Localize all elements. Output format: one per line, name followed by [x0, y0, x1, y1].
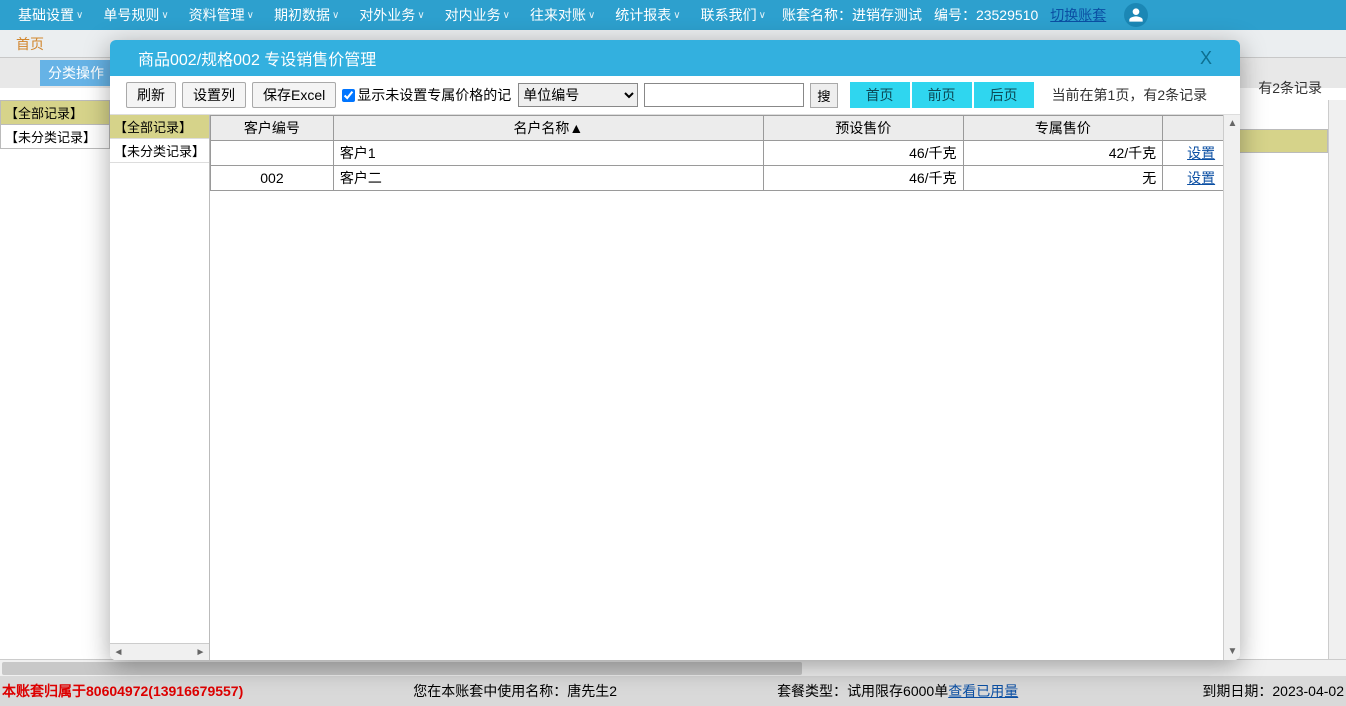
show-unset-checkbox[interactable] [342, 89, 355, 102]
chevron-down-icon: ∨ [503, 10, 510, 21]
menu-contact[interactable]: 联系我们∨ [691, 5, 776, 25]
footer-bar: 本账套归属于80604972(13916679557) 您在本账套中使用名称：唐… [0, 676, 1346, 706]
bg-sidebar-item-unclassified[interactable]: 【未分类记录】 [0, 124, 110, 149]
col-customer-code[interactable]: 客户编号 [211, 116, 334, 141]
col-customer-name[interactable]: 名户名称▲ [333, 116, 763, 141]
scroll-down-icon[interactable]: ▼ [1224, 643, 1240, 660]
cell-code: 002 [211, 166, 334, 191]
menu-data-manage[interactable]: 资料管理∨ [179, 5, 264, 25]
bg-sidebar: 【全部记录】 【未分类记录】 [0, 100, 110, 149]
tab-home[interactable]: 首页 [6, 32, 54, 56]
chevron-down-icon: ∨ [588, 10, 595, 21]
search-field-select[interactable]: 单位编号 [518, 83, 638, 107]
save-excel-button[interactable]: 保存Excel [252, 82, 336, 108]
col-preset-price[interactable]: 预设售价 [763, 116, 963, 141]
chevron-down-icon: ∨ [332, 10, 339, 21]
page-info: 当前在第1页，有2条记录 [1052, 85, 1208, 105]
cell-exclusive: 无 [963, 166, 1163, 191]
footer-package: 套餐类型：试用限存6000单查看已用量 [777, 681, 1018, 701]
search-button[interactable]: 搜 [810, 83, 837, 108]
chevron-down-icon: ∨ [673, 10, 680, 21]
cell-name: 客户二 [333, 166, 763, 191]
cell-preset: 46/千克 [763, 166, 963, 191]
scroll-up-icon[interactable]: ▲ [1224, 115, 1240, 132]
bg-selected-row-strip [1238, 129, 1328, 153]
close-icon[interactable]: X [1200, 48, 1212, 69]
search-input[interactable] [644, 83, 804, 107]
cell-name: 客户1 [333, 141, 763, 166]
menu-reconcile[interactable]: 往来对账∨ [520, 5, 605, 25]
footer-expire: 到期日期：2023-04-02 [1172, 681, 1344, 701]
table-row[interactable]: 002 客户二 46/千克 无 设置 [211, 166, 1240, 191]
set-price-link[interactable]: 设置 [1187, 145, 1215, 161]
cell-exclusive: 42/千克 [963, 141, 1163, 166]
menu-basic-settings[interactable]: 基础设置∨ [8, 5, 93, 25]
page-prev-button[interactable]: 前页 [912, 82, 972, 108]
price-grid: 客户编号 名户名称▲ 预设售价 专属售价 客户1 46/千克 42/千克 设置 [210, 115, 1240, 191]
dialog-sidebar: 【全部记录】 【未分类记录】 ◄► [110, 115, 210, 660]
switch-account-link[interactable]: 切换账套 [1050, 5, 1106, 25]
classify-ops-button[interactable]: 分类操作 [40, 60, 112, 86]
footer-owner: 本账套归属于80604972(13916679557) [2, 681, 243, 701]
menu-order-rules[interactable]: 单号规则∨ [93, 5, 178, 25]
menu-internal-biz[interactable]: 对内业务∨ [435, 5, 520, 25]
footer-username: 您在本账套中使用名称：唐先生2 [413, 681, 617, 701]
cell-code [211, 141, 334, 166]
bg-hscroll[interactable] [0, 659, 1346, 676]
menu-reports[interactable]: 统计报表∨ [605, 5, 690, 25]
chevron-down-icon: ∨ [417, 10, 424, 21]
table-row[interactable]: 客户1 46/千克 42/千克 设置 [211, 141, 1240, 166]
bg-record-summary: 有2条记录 [1258, 78, 1322, 98]
cell-preset: 46/千克 [763, 141, 963, 166]
dialog-grid-vscroll[interactable]: ▲ ▼ [1223, 115, 1240, 660]
chevron-down-icon: ∨ [161, 10, 168, 21]
page-first-button[interactable]: 首页 [850, 82, 910, 108]
bg-sidebar-item-all[interactable]: 【全部记录】 [0, 100, 110, 124]
grid-header-row: 客户编号 名户名称▲ 预设售价 专属售价 [211, 116, 1240, 141]
dialog-sidebar-item-unclassified[interactable]: 【未分类记录】 [110, 139, 209, 163]
menu-opening-data[interactable]: 期初数据∨ [264, 5, 349, 25]
dialog-title: 商品002/规格002 专设销售价管理 [138, 46, 376, 70]
refresh-button[interactable]: 刷新 [126, 82, 176, 108]
dialog-titlebar: 商品002/规格002 专设销售价管理 X [110, 40, 1240, 76]
page-next-button[interactable]: 后页 [974, 82, 1034, 108]
top-menu-bar: 基础设置∨ 单号规则∨ 资料管理∨ 期初数据∨ 对外业务∨ 对内业务∨ 往来对账… [0, 0, 1346, 30]
chevron-down-icon: ∨ [247, 10, 254, 21]
usage-link[interactable]: 查看已用量 [948, 683, 1018, 699]
dialog-sidebar-hscroll[interactable]: ◄► [110, 643, 209, 660]
set-price-link[interactable]: 设置 [1187, 170, 1215, 186]
bg-vscroll[interactable] [1328, 100, 1346, 659]
dialog-grid-area: 客户编号 名户名称▲ 预设售价 专属售价 客户1 46/千克 42/千克 设置 [210, 115, 1240, 660]
set-columns-button[interactable]: 设置列 [182, 82, 246, 108]
menu-external-biz[interactable]: 对外业务∨ [349, 5, 434, 25]
account-id: 编号：23529510 [934, 5, 1038, 25]
account-label: 账套名称：进销存测试 [782, 5, 922, 25]
chevron-down-icon: ∨ [759, 10, 766, 21]
dialog-toolbar: 刷新 设置列 保存Excel 显示未设置专属价格的记录 单位编号 搜 首页 前页… [110, 76, 1240, 115]
price-manage-dialog: 商品002/规格002 专设销售价管理 X 刷新 设置列 保存Excel 显示未… [110, 40, 1240, 660]
col-exclusive-price[interactable]: 专属售价 [963, 116, 1163, 141]
user-avatar-icon[interactable] [1124, 3, 1148, 27]
dialog-sidebar-item-all[interactable]: 【全部记录】 [110, 115, 209, 139]
chevron-down-icon: ∨ [76, 10, 83, 21]
show-unset-checkbox-label[interactable]: 显示未设置专属价格的记录 [342, 85, 512, 105]
